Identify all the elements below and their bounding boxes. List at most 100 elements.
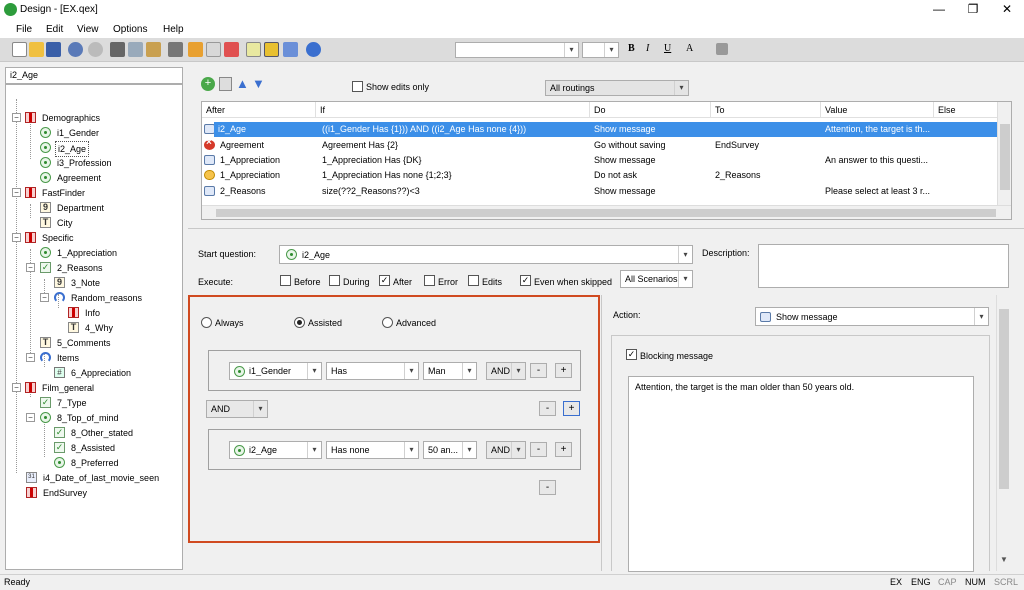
routings-select[interactable]: All routings ▾: [545, 80, 689, 96]
italic-icon[interactable]: I: [646, 43, 649, 54]
tree-item[interactable]: Film_general: [40, 381, 96, 395]
add-condition-button[interactable]: +: [555, 363, 572, 378]
help-icon[interactable]: [306, 42, 321, 57]
column-header-do[interactable]: Do: [590, 102, 711, 118]
tree-item[interactable]: 1_Appreciation: [55, 246, 119, 260]
menu-help[interactable]: Help: [163, 24, 184, 35]
table-row[interactable]: 1_Appreciation 1_Appreciation Has none {…: [202, 168, 997, 183]
bold-icon[interactable]: B: [628, 43, 635, 54]
start-question-select[interactable]: i2_Age ▾: [279, 245, 693, 264]
tree-item[interactable]: Demographics: [40, 111, 102, 125]
table-row[interactable]: Agreement Agreement Has {2} Go without s…: [202, 137, 997, 153]
condition-question-select[interactable]: i1_Gender ▾: [229, 362, 322, 380]
scroll-down-icon[interactable]: ▼: [1000, 555, 1008, 564]
table-row[interactable]: 1_Appreciation 1_Appreciation Has {DK} S…: [202, 153, 997, 168]
condition-operator-select[interactable]: Has ▾: [326, 362, 419, 380]
error-checkbox[interactable]: [424, 275, 435, 286]
preview-icon[interactable]: [283, 42, 298, 57]
menu-view[interactable]: View: [77, 24, 99, 35]
tree-item[interactable]: 8_Assisted: [69, 441, 117, 455]
find-replace-icon[interactable]: [168, 42, 183, 57]
remove-group-button[interactable]: -: [539, 401, 556, 416]
condition-question-select[interactable]: i2_Age ▾: [229, 441, 322, 459]
group-join-select[interactable]: AND ▾: [206, 400, 268, 418]
routing-icon[interactable]: [264, 42, 279, 57]
font-color-icon[interactable]: A: [686, 43, 693, 54]
table-row[interactable]: i2_Age ((i1_Gender Has {1})) AND ((i2_Ag…: [202, 122, 998, 137]
tree-item[interactable]: Info: [83, 306, 102, 320]
question-search-input[interactable]: i2_Age: [5, 67, 183, 84]
show-edits-only-checkbox[interactable]: [352, 81, 363, 92]
add-condition-button[interactable]: +: [555, 442, 572, 457]
column-header-value[interactable]: Value: [821, 102, 934, 118]
scroll-thumb[interactable]: [1000, 124, 1010, 190]
minimize-button[interactable]: —: [922, 0, 956, 20]
description-input[interactable]: [758, 244, 1009, 288]
tree-item[interactable]: 8_Top_of_mind: [55, 411, 121, 425]
condition-operator-select[interactable]: Has none ▾: [326, 441, 419, 459]
condition-value-select[interactable]: Man ▾: [423, 362, 477, 380]
column-header-if[interactable]: If: [316, 102, 590, 118]
tree-item[interactable]: i3_Profession: [55, 156, 114, 170]
tree-item[interactable]: 4_Why: [83, 321, 115, 335]
edits-checkbox[interactable]: [468, 275, 479, 286]
tree-item[interactable]: 8_Preferred: [69, 456, 121, 470]
tree-item[interactable]: 7_Type: [55, 396, 89, 410]
condition-join-select[interactable]: AND ▾: [486, 362, 526, 380]
remove-condition-button[interactable]: -: [530, 442, 547, 457]
assisted-radio[interactable]: [294, 317, 305, 328]
menu-file[interactable]: File: [16, 24, 32, 35]
tree-item[interactable]: Items: [55, 351, 81, 365]
underline-icon[interactable]: U: [664, 43, 671, 54]
fill-color-icon[interactable]: [716, 43, 728, 55]
action-scrollbar[interactable]: ▼: [996, 295, 1011, 571]
message-textarea[interactable]: Attention, the target is the man older t…: [628, 376, 974, 572]
column-header-to[interactable]: To: [711, 102, 821, 118]
condition-join-select[interactable]: AND ▾: [486, 441, 526, 459]
table-icon[interactable]: [224, 42, 239, 57]
add-group-button[interactable]: +: [563, 401, 580, 416]
routing-down-icon[interactable]: ▼: [252, 77, 265, 90]
column-header-else[interactable]: Else: [934, 102, 998, 118]
grid-horizontal-scrollbar[interactable]: [202, 205, 1011, 219]
table-row[interactable]: 2_Reasons size(??2_Reasons??)<3 Show mes…: [202, 184, 997, 199]
close-button[interactable]: ✕: [990, 0, 1024, 20]
document-icon[interactable]: [188, 42, 203, 57]
font-size-select[interactable]: ▾: [582, 42, 619, 58]
remove-condition-button[interactable]: -: [530, 363, 547, 378]
column-header-after[interactable]: After: [202, 102, 316, 118]
tree-item[interactable]: Random_reasons: [69, 291, 144, 305]
always-radio[interactable]: [201, 317, 212, 328]
after-checkbox[interactable]: ✓: [379, 275, 390, 286]
menu-options[interactable]: Options: [113, 24, 147, 35]
redo-icon[interactable]: [88, 42, 103, 57]
tree-item[interactable]: 6_Appreciation: [69, 366, 133, 380]
font-family-select[interactable]: ▾: [455, 42, 579, 58]
scroll-thumb[interactable]: [999, 309, 1009, 489]
list-icon[interactable]: [206, 42, 221, 57]
paste-icon[interactable]: [146, 42, 161, 57]
scenarios-select[interactable]: All Scenarios ▾: [620, 270, 693, 288]
grid-vertical-scrollbar[interactable]: [997, 102, 1011, 205]
scroll-thumb[interactable]: [216, 209, 996, 217]
blocking-message-checkbox[interactable]: ✓: [626, 349, 637, 360]
restore-button[interactable]: ❐: [956, 0, 990, 20]
tree-item[interactable]: 2_Reasons: [55, 261, 105, 275]
checkbox-tool-icon[interactable]: [246, 42, 261, 57]
tree-item-selected[interactable]: i2_Age: [55, 141, 90, 157]
action-select[interactable]: Show message ▾: [755, 307, 989, 326]
condition-value-select[interactable]: 50 an... ▾: [423, 441, 477, 459]
remove-group-button[interactable]: -: [539, 480, 556, 495]
routing-up-icon[interactable]: ▲: [236, 77, 249, 90]
even-when-skipped-checkbox[interactable]: ✓: [520, 275, 531, 286]
advanced-radio[interactable]: [382, 317, 393, 328]
edit-routing-icon[interactable]: [219, 77, 232, 91]
open-folder-icon[interactable]: [29, 42, 44, 57]
tree-item[interactable]: 3_Note: [69, 276, 102, 290]
tree-item[interactable]: Agreement: [55, 171, 103, 185]
tree-item[interactable]: EndSurvey: [41, 486, 89, 500]
save-icon[interactable]: [46, 42, 61, 57]
tree-item[interactable]: i4_Date_of_last_movie_seen: [41, 471, 161, 485]
copy-icon[interactable]: [128, 42, 143, 57]
cut-icon[interactable]: [110, 42, 125, 57]
